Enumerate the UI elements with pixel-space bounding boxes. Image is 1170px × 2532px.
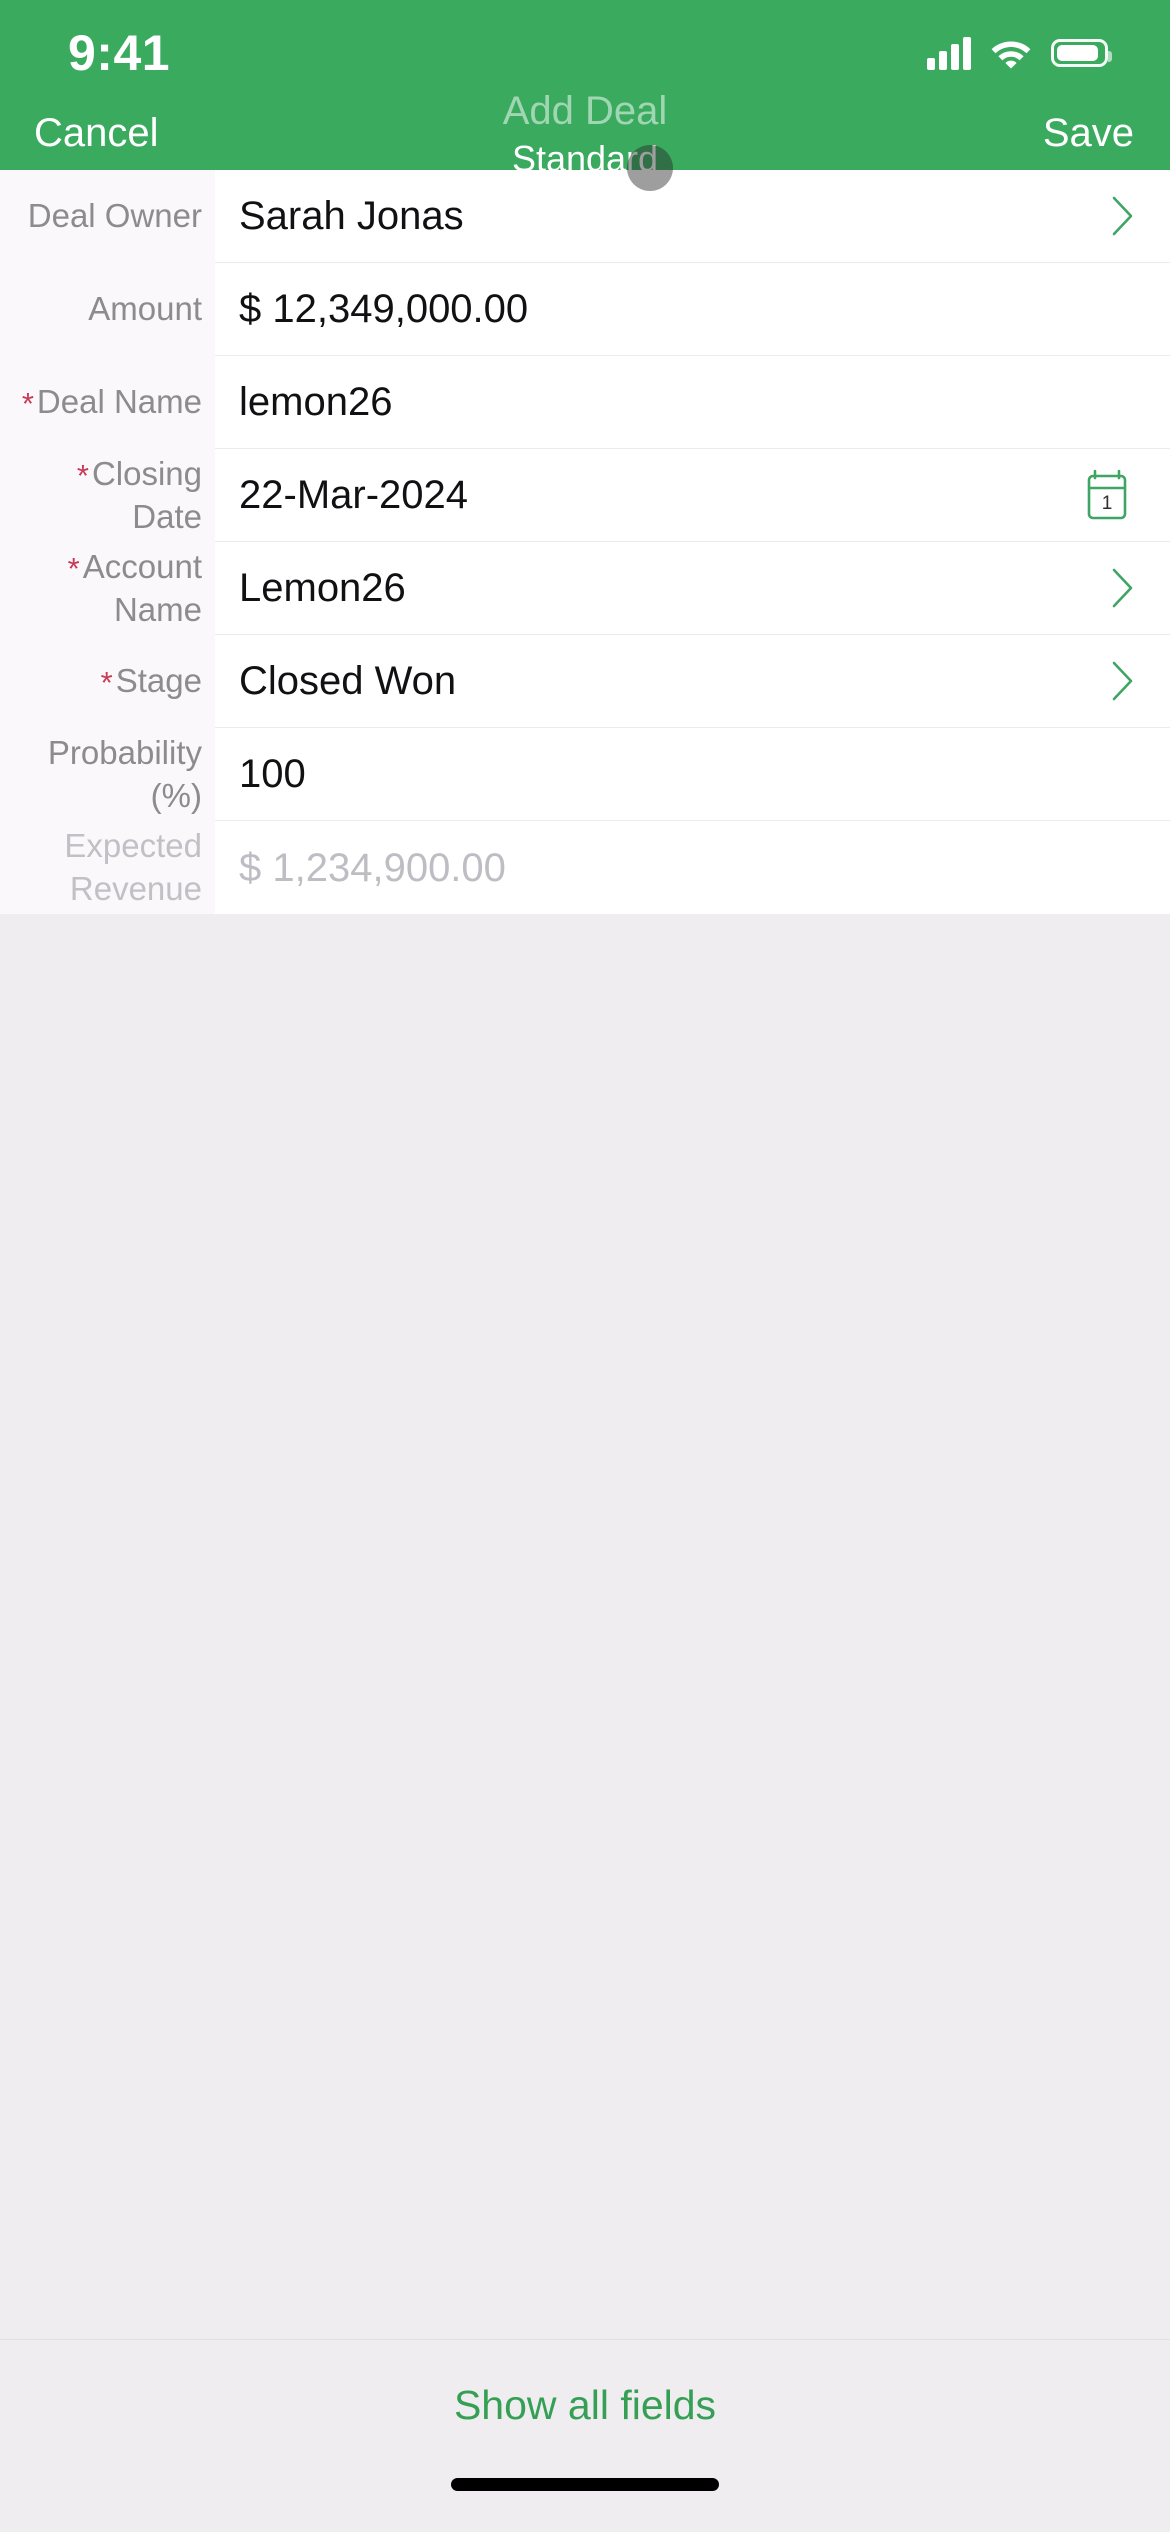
form-row[interactable]: Amount $ 12,349,000.00 — [0, 263, 1170, 356]
home-indicator-area — [0, 2470, 1170, 2532]
field-label-text: Account Name — [82, 548, 202, 628]
field-label: Amount — [88, 288, 202, 330]
field-label-cell: Probability (%) — [0, 728, 215, 821]
show-all-fields-button[interactable]: Show all fields — [0, 2340, 1170, 2470]
field-value: $ 12,349,000.00 — [239, 287, 529, 331]
required-asterisk-icon: * — [76, 458, 89, 494]
field-label: *Account Name — [10, 546, 202, 631]
field-label-text: Probability (%) — [47, 734, 202, 814]
field-label: Deal Owner — [28, 195, 202, 237]
field-label: Expected Revenue — [10, 825, 202, 909]
app-screen: 9:41 Cancel Add Deal Standard Save Deal … — [0, 0, 1170, 2532]
status-bar-time: 9:41 — [68, 25, 171, 81]
svg-text:1: 1 — [1102, 493, 1113, 514]
empty-area — [0, 914, 1170, 2339]
field-label-cell: Deal Owner — [0, 170, 215, 263]
field-label: *Closing Date — [10, 453, 202, 538]
navigation-title-block: Add Deal Standard — [0, 90, 1170, 179]
form-row[interactable]: *Stage Closed Won — [0, 635, 1170, 728]
status-bar-indicators — [927, 36, 1112, 70]
home-indicator — [451, 2478, 719, 2491]
field-label-text: Deal Name — [36, 383, 202, 421]
touch-indicator — [627, 145, 673, 191]
form-row: Expected Revenue $ 1,234,900.00 — [0, 821, 1170, 914]
field-value: Lemon26 — [239, 566, 406, 610]
field-value: 22-Mar-2024 — [239, 473, 469, 517]
field-value: lemon26 — [239, 380, 393, 424]
field-value-cell: $ 1,234,900.00 — [215, 821, 1170, 914]
cellular-signal-icon — [927, 36, 971, 70]
field-label-cell: *Stage — [0, 635, 215, 728]
required-asterisk-icon: * — [100, 665, 113, 701]
field-value-cell[interactable]: 100 — [215, 728, 1170, 821]
field-label-cell: Amount — [0, 263, 215, 356]
field-value: 100 — [239, 752, 306, 796]
field-label-text: Closing Date — [91, 455, 202, 535]
field-label: *Stage — [101, 660, 202, 703]
cancel-button[interactable]: Cancel — [34, 113, 159, 153]
field-label-text: Expected Revenue — [64, 827, 202, 907]
required-asterisk-icon: * — [21, 386, 34, 422]
field-label-text: Stage — [115, 662, 202, 700]
field-value: Closed Won — [239, 659, 457, 703]
field-value-cell[interactable]: 22-Mar-2024 1 — [215, 449, 1170, 542]
field-value-cell[interactable]: Lemon26 — [215, 542, 1170, 635]
chevron-right-icon[interactable] — [1092, 661, 1134, 701]
field-value: Sarah Jonas — [239, 194, 464, 238]
form-footer: Show all fields — [0, 2339, 1170, 2532]
status-bar: 9:41 — [0, 0, 1170, 96]
field-label-text: Deal Owner — [27, 197, 202, 235]
form-row[interactable]: Probability (%) 100 — [0, 728, 1170, 821]
calendar-icon[interactable]: 1 — [1060, 468, 1134, 522]
field-label-cell: *Closing Date — [0, 449, 215, 542]
chevron-right-icon[interactable] — [1092, 568, 1134, 608]
deal-form: Deal Owner Sarah Jonas Amount $ 12,349,000.… — [0, 170, 1170, 914]
field-value: $ 1,234,900.00 — [239, 845, 506, 890]
field-label-cell: *Deal Name — [0, 356, 215, 449]
required-asterisk-icon: * — [67, 551, 80, 587]
form-row[interactable]: *Account Name Lemon26 — [0, 542, 1170, 635]
battery-icon — [1051, 39, 1112, 67]
page-title: Add Deal — [502, 89, 668, 133]
field-value-cell[interactable]: Sarah Jonas — [215, 170, 1170, 263]
app-header: 9:41 Cancel Add Deal Standard Save — [0, 0, 1170, 191]
field-label-cell: Expected Revenue — [0, 821, 215, 914]
wifi-icon — [990, 37, 1032, 69]
field-value-cell[interactable]: $ 12,349,000.00 — [215, 263, 1170, 356]
field-label-cell: *Account Name — [0, 542, 215, 635]
form-row[interactable]: Deal Owner Sarah Jonas — [0, 170, 1170, 263]
navigation-bar: Cancel Add Deal Standard Save — [0, 90, 1170, 179]
field-label: *Deal Name — [22, 381, 202, 424]
chevron-right-icon[interactable] — [1092, 196, 1134, 236]
form-row[interactable]: *Deal Name lemon26 — [0, 356, 1170, 449]
field-value-cell[interactable]: lemon26 — [215, 356, 1170, 449]
field-label-text: Amount — [88, 290, 202, 328]
field-label: Probability (%) — [10, 732, 202, 816]
form-row[interactable]: *Closing Date 22-Mar-2024 1 — [0, 449, 1170, 542]
field-value-cell[interactable]: Closed Won — [215, 635, 1170, 728]
save-button[interactable]: Save — [1043, 113, 1134, 153]
